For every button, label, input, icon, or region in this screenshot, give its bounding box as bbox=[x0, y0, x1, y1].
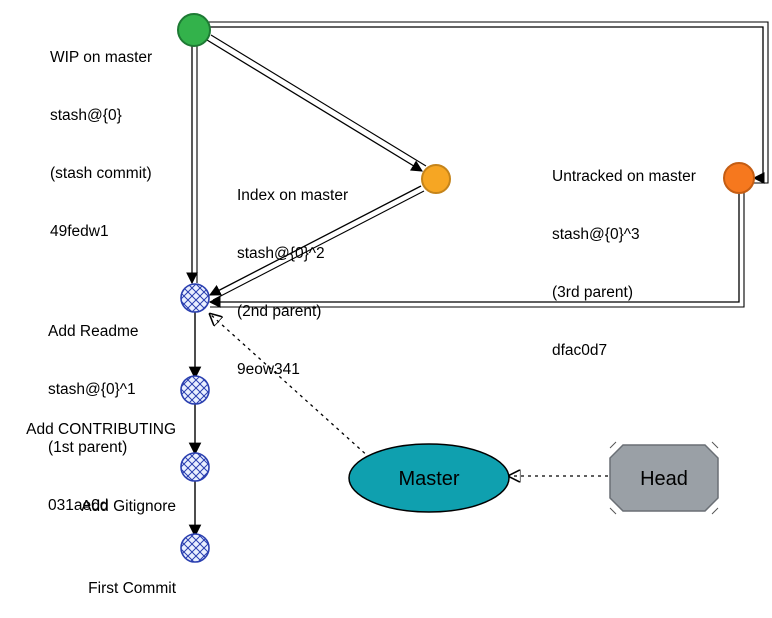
label-gitignore: Add Gitignore bbox=[24, 458, 176, 536]
node-contrib bbox=[181, 376, 209, 404]
edge-wip-to-readme bbox=[192, 46, 197, 283]
label-untracked: Untracked on master stash@{0}^3 (3rd par… bbox=[552, 128, 696, 380]
git-stash-diagram: Master Head WIP on master stash@{0} (sta… bbox=[0, 0, 772, 606]
label-wip: WIP on master stash@{0} (stash commit) 4… bbox=[50, 9, 152, 261]
label-index: Index on master stash@{0}^2 (2nd parent)… bbox=[237, 147, 348, 399]
ref-head-label: Head bbox=[640, 468, 688, 490]
node-first bbox=[181, 534, 209, 562]
node-readme bbox=[181, 284, 209, 312]
node-untracked bbox=[724, 163, 754, 193]
ref-master-label: Master bbox=[398, 468, 459, 490]
node-gitignore bbox=[181, 453, 209, 481]
label-contrib: Add CONTRIBUTING bbox=[24, 381, 176, 459]
node-index bbox=[422, 165, 450, 193]
node-wip bbox=[178, 14, 210, 46]
